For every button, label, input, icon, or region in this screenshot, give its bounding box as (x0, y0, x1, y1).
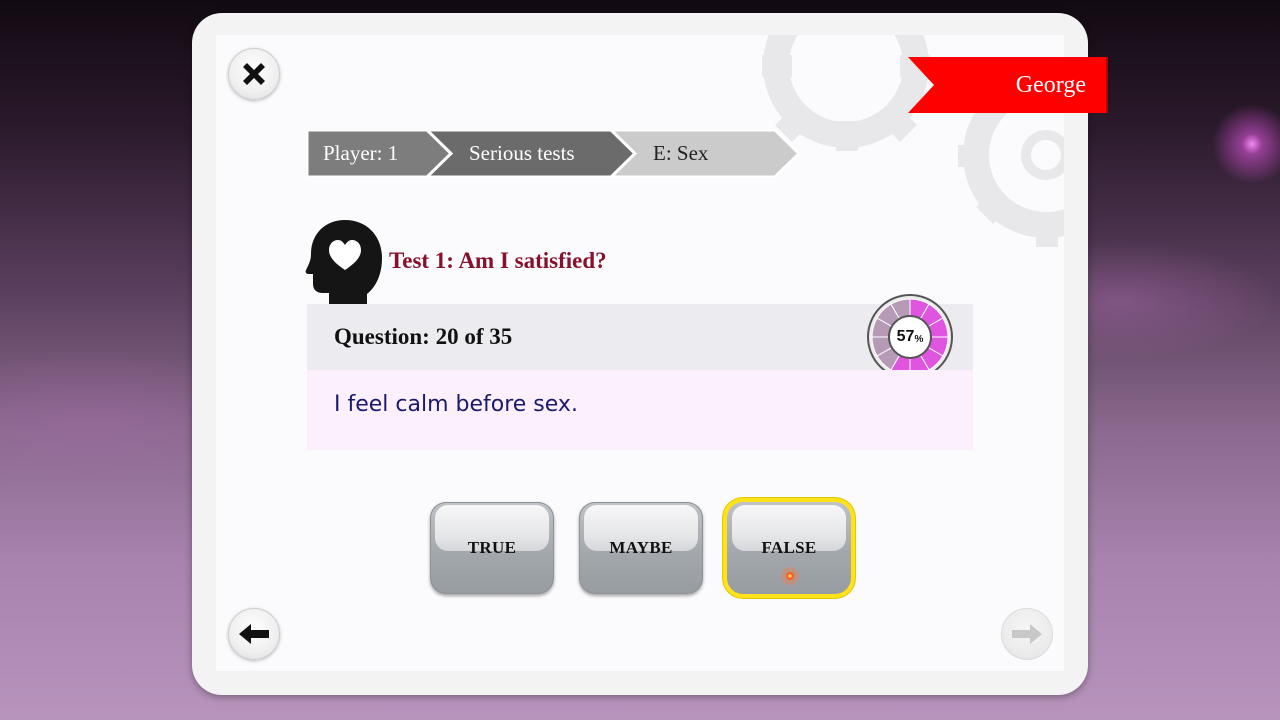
arrow-left-icon (239, 624, 269, 644)
maybe-button-label: MAYBE (609, 538, 673, 557)
false-button-label: FALSE (761, 538, 817, 557)
close-icon (243, 63, 265, 85)
player-name-ribbon: George (908, 57, 1108, 113)
true-button-label: TRUE (467, 538, 517, 557)
next-button[interactable] (1001, 608, 1053, 660)
progress-ring: 57% (866, 293, 954, 381)
true-button[interactable]: TRUE (430, 502, 554, 594)
breadcrumb-item-player[interactable]: Player: 1 (323, 130, 398, 177)
arrow-right-icon (1012, 624, 1042, 644)
progress-unit: % (914, 333, 924, 345)
question-counter: Question: 20 of 35 (334, 324, 513, 349)
progress-number: 57 (896, 328, 915, 345)
breadcrumb-item-category[interactable]: Serious tests (469, 130, 575, 177)
breadcrumb-item-section[interactable]: E: Sex (653, 130, 708, 177)
player-name: George (1015, 72, 1086, 98)
false-button[interactable]: FALSE (727, 502, 851, 594)
test-title: Test 1: Am I satisfied? (389, 248, 607, 273)
question-text: I feel calm before sex. (334, 392, 578, 417)
selection-spark-icon (781, 567, 799, 585)
maybe-button[interactable]: MAYBE (579, 502, 703, 594)
question-body: I feel calm before sex. (307, 370, 973, 450)
breadcrumb: Player: 1 Serious tests E: Sex (307, 130, 807, 177)
back-button[interactable] (228, 608, 280, 660)
head-heart-icon (305, 220, 382, 314)
close-button[interactable] (228, 48, 280, 100)
progress-value: 57% (866, 293, 954, 381)
